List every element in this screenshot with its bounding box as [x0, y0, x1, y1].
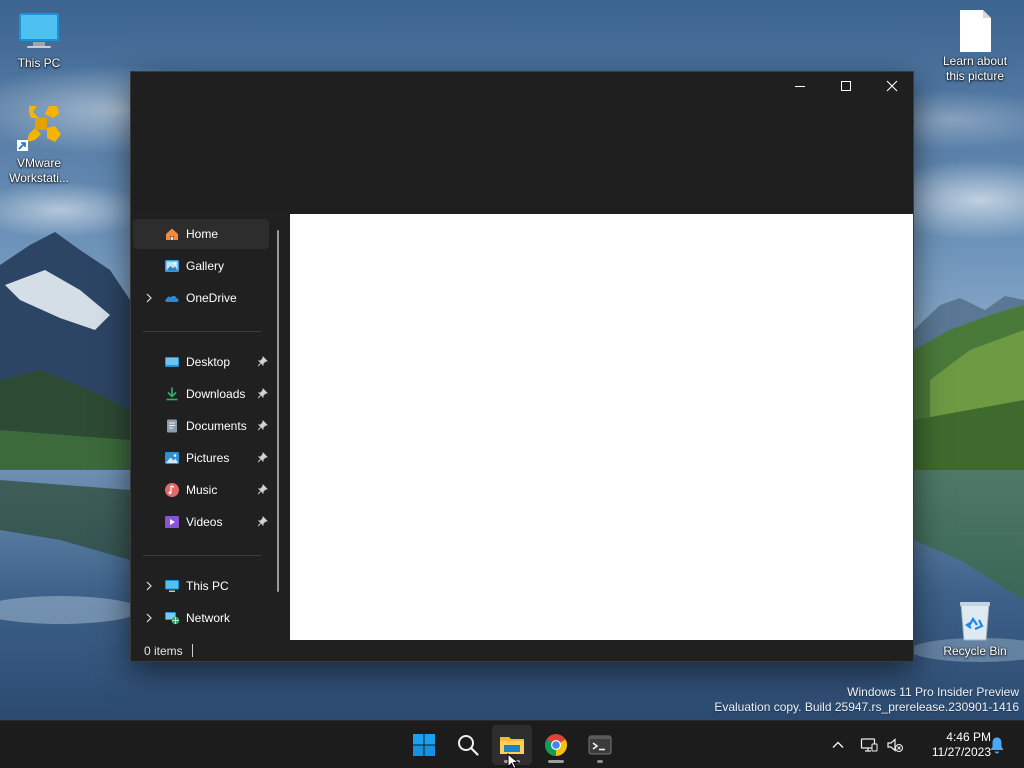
- desktop-icon-label: Learn about this picture: [942, 54, 1008, 83]
- volume-button[interactable]: [886, 736, 904, 754]
- status-bar: 0 items: [131, 640, 913, 661]
- navigation-pane: Home Gallery OneDrive Desktop Downloads …: [131, 214, 289, 640]
- mouse-cursor-icon: [507, 752, 520, 768]
- chevron-right-icon[interactable]: [143, 292, 155, 304]
- nav-pane-scrollbar[interactable]: [277, 230, 279, 592]
- nav-item-music[interactable]: Music: [133, 475, 269, 505]
- nav-item-network[interactable]: Network: [133, 603, 269, 633]
- pin-icon[interactable]: [257, 356, 268, 367]
- minimize-icon: [795, 86, 805, 87]
- nav-item-label: Desktop: [186, 355, 231, 369]
- nav-item-pictures[interactable]: Pictures: [133, 443, 269, 473]
- search-button[interactable]: [448, 725, 488, 765]
- nav-item-label: Music: [186, 483, 218, 497]
- watermark-edition: Windows 11 Pro Insider Preview: [847, 685, 1019, 699]
- monitor-icon: [15, 10, 63, 54]
- show-hidden-icons-button[interactable]: [829, 736, 847, 754]
- desktop-icon-recycle-bin[interactable]: Recycle Bin: [936, 598, 1014, 659]
- chrome-button[interactable]: [536, 725, 576, 765]
- desktop-folder-icon: [164, 354, 180, 370]
- videos-icon: [164, 514, 180, 530]
- chevron-up-icon: [832, 741, 844, 748]
- status-divider: [192, 644, 193, 657]
- nav-item-label: Gallery: [186, 259, 225, 273]
- chevron-right-icon[interactable]: [143, 580, 155, 592]
- notification-center-button[interactable]: [988, 736, 1006, 754]
- nav-item-home[interactable]: Home: [133, 219, 269, 249]
- file-explorer-window: Home Gallery OneDrive Desktop Downloads …: [130, 71, 914, 662]
- documents-icon: [164, 418, 180, 434]
- downloads-icon: [164, 386, 180, 402]
- clock-date: 11/27/2023: [931, 745, 991, 759]
- nav-item-onedrive[interactable]: OneDrive: [133, 283, 269, 313]
- nav-item-documents[interactable]: Documents: [133, 411, 269, 441]
- nav-item-label: Videos: [186, 515, 223, 529]
- desktop-icon-this-pc[interactable]: This PC: [0, 10, 78, 71]
- maximize-icon: [841, 81, 851, 91]
- music-icon: [164, 482, 180, 498]
- running-indicator: [597, 760, 603, 763]
- gallery-icon: [164, 258, 180, 274]
- network-icon: [164, 610, 180, 626]
- nav-divider: [143, 555, 261, 556]
- desktop-icon-label: VMware Workstati...: [9, 156, 69, 185]
- pin-icon[interactable]: [257, 484, 268, 495]
- pictures-icon: [164, 450, 180, 466]
- nav-item-label: Documents: [186, 419, 247, 433]
- clock-button[interactable]: 4:46 PM 11/27/2023: [911, 730, 991, 760]
- nav-item-downloads[interactable]: Downloads: [133, 379, 269, 409]
- pin-icon[interactable]: [257, 420, 268, 431]
- notification-bell-icon: [990, 737, 1004, 754]
- pin-icon[interactable]: [257, 452, 268, 463]
- nav-item-label: This PC: [186, 579, 229, 593]
- this-pc-icon: [164, 578, 180, 594]
- nav-divider: [143, 331, 261, 332]
- watermark-build: Evaluation copy. Build 25947.rs_prerelea…: [714, 700, 1019, 714]
- nav-item-label: Home: [186, 227, 219, 241]
- nav-item-label: Pictures: [186, 451, 230, 465]
- network-display-icon: [860, 738, 878, 752]
- network-status-button[interactable]: [860, 736, 878, 754]
- desktop-icon-label: Recycle Bin: [943, 644, 1007, 658]
- chrome-icon: [545, 734, 567, 756]
- close-button[interactable]: [869, 72, 915, 100]
- home-icon: [164, 226, 180, 242]
- nav-item-desktop[interactable]: Desktop: [133, 347, 269, 377]
- terminal-button[interactable]: [580, 725, 620, 765]
- pin-icon[interactable]: [257, 516, 268, 527]
- item-count: 0 items: [144, 644, 183, 658]
- desktop-icon-label: This PC: [17, 56, 61, 70]
- maximize-button[interactable]: [823, 72, 869, 100]
- volume-muted-icon: [887, 738, 903, 752]
- nav-item-label: OneDrive: [186, 291, 237, 305]
- onedrive-cloud-icon: [164, 290, 180, 306]
- recycle-bin-icon: [951, 598, 999, 642]
- start-button[interactable]: [404, 725, 444, 765]
- windows-start-icon: [413, 734, 435, 756]
- chevron-right-icon[interactable]: [143, 612, 155, 624]
- pin-icon[interactable]: [257, 388, 268, 399]
- nav-item-this-pc[interactable]: This PC: [133, 571, 269, 601]
- running-indicator: [548, 760, 564, 763]
- desktop-icon-learn-about-picture[interactable]: Learn about this picture: [936, 8, 1014, 84]
- nav-item-label: Network: [186, 611, 231, 625]
- file-list-pane[interactable]: [290, 214, 913, 640]
- nav-item-label: Downloads: [186, 387, 246, 401]
- minimize-button[interactable]: [777, 72, 823, 100]
- window-titlebar[interactable]: [131, 72, 913, 214]
- terminal-icon: [588, 735, 612, 755]
- search-icon: [458, 735, 479, 756]
- nav-item-gallery[interactable]: Gallery: [133, 251, 269, 281]
- nav-item-videos[interactable]: Videos: [133, 507, 269, 537]
- desktop-icon-vmware[interactable]: VMware Workstati...: [0, 104, 78, 186]
- clock-time: 4:46 PM: [946, 730, 991, 744]
- close-icon: [886, 80, 898, 92]
- document-icon: [951, 8, 999, 52]
- evaluation-watermark: Windows 11 Pro Insider Preview Evaluatio…: [714, 685, 1019, 715]
- vmware-icon: [15, 104, 63, 151]
